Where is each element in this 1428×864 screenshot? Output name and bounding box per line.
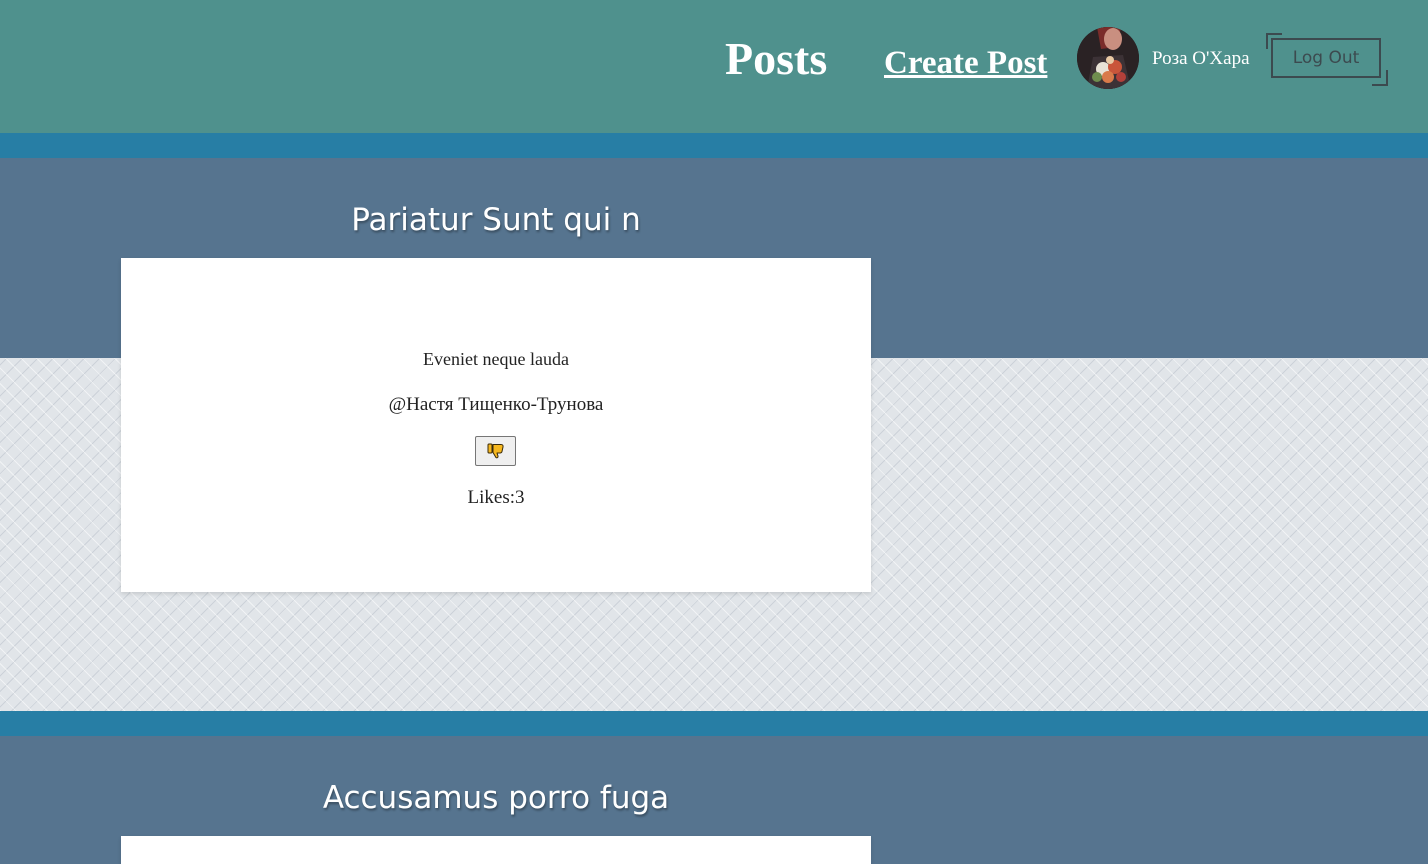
dislike-button[interactable] [475,436,516,466]
logout-button[interactable]: Log Out [1271,38,1381,78]
nav-posts-link[interactable]: Posts [725,33,827,85]
avatar-image [1077,27,1139,89]
post-card: Eveniet neque lauda @Настя Тищенко-Труно… [121,258,871,592]
post-title: Pariatur Sunt qui n [351,202,641,238]
post-title: Accusamus porro fuga [322,780,670,816]
avatar[interactable] [1077,27,1139,89]
post-author[interactable]: @Настя Тищенко-Трунова [121,393,871,417]
divider-stripe [0,133,1428,158]
username: Роза О'Хара [1152,48,1250,69]
post-card [121,836,871,864]
likes-count: Likes:3 [467,487,525,508]
site-header: Posts Create Post Роза О'Хара Log Out [0,0,1428,133]
nav-create-post-link[interactable]: Create Post [884,44,1047,82]
divider-stripe [0,711,1428,736]
post-body: Eveniet neque lauda [423,349,569,369]
thumbs-down-icon [487,443,504,459]
